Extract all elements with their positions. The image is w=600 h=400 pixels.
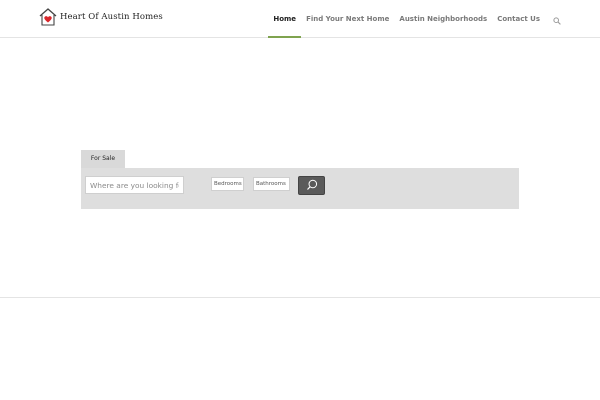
tab-label: For Sale (90, 155, 116, 162)
nav-item-label: Home (273, 15, 297, 23)
search-icon (306, 176, 318, 195)
site-header: Heart Of Austin Homes Home Find Your Nex… (0, 0, 600, 38)
nav-item-home[interactable]: Home (268, 0, 302, 38)
site-logo[interactable]: Heart Of Austin Homes (38, 6, 163, 28)
nav-item-label: Contact Us (497, 15, 540, 23)
bedrooms-label: Bedrooms (214, 181, 242, 187)
nav-item-find-your-next-home[interactable]: Find Your Next Home (306, 0, 389, 38)
nav-item-austin-neighborhoods[interactable]: Austin Neighborhoods (399, 0, 487, 38)
bathrooms-label: Bathrooms (256, 181, 286, 187)
location-search-input[interactable] (85, 176, 184, 194)
nav-item-label: Find Your Next Home (306, 15, 390, 23)
main-nav: Home Find Your Next Home Austin Neighbor… (263, 0, 563, 38)
bathrooms-select[interactable]: Bathrooms (253, 177, 290, 191)
nav-item-label: Austin Neighborhoods (399, 15, 488, 23)
search-icon (553, 10, 561, 29)
logo-text: Heart Of Austin Homes (60, 12, 163, 22)
house-heart-icon (38, 7, 58, 27)
property-search-panel: Bedrooms Bathrooms (81, 168, 519, 209)
bedrooms-select[interactable]: Bedrooms (211, 177, 244, 191)
tab-for-sale[interactable]: For Sale (81, 150, 125, 168)
search-submit-button[interactable] (298, 176, 325, 195)
nav-item-contact-us[interactable]: Contact Us (497, 0, 540, 38)
header-search-button[interactable] (553, 0, 563, 38)
